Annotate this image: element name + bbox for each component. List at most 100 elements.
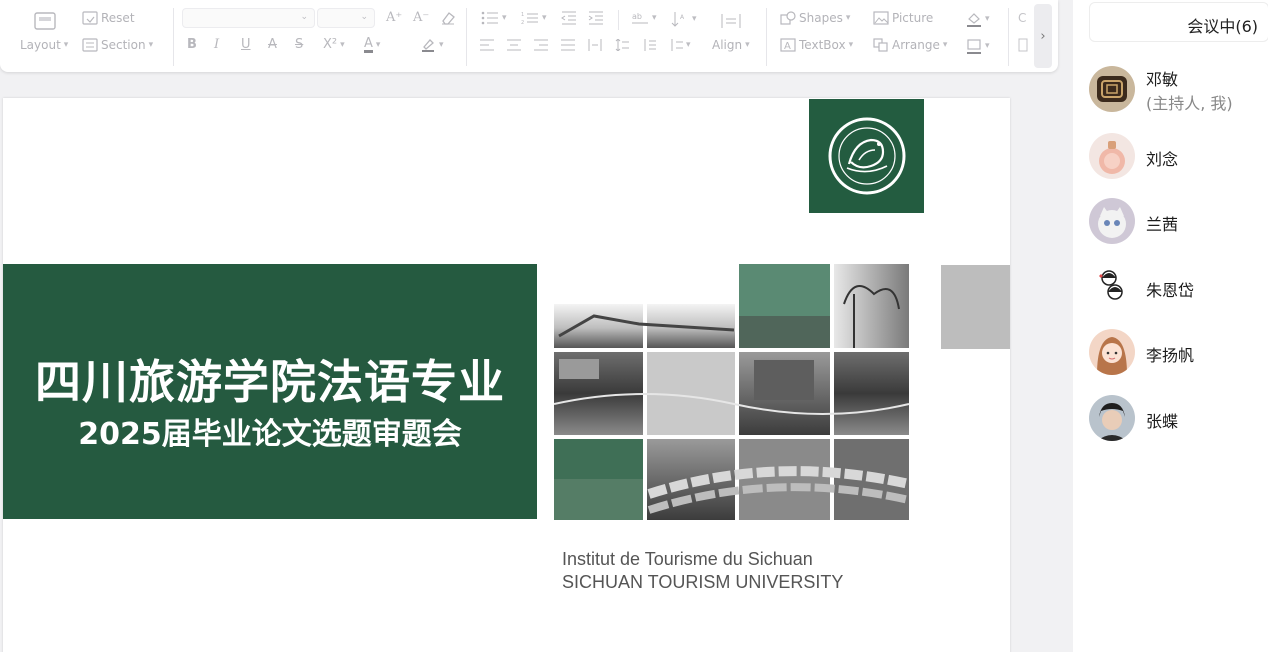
participant-item[interactable]: 刘念 bbox=[1089, 133, 1259, 183]
chevron-down-icon: ▾ bbox=[745, 40, 750, 50]
clear-format-icon[interactable] bbox=[440, 10, 456, 26]
toolbar-scroll-right-button[interactable]: › bbox=[1034, 4, 1052, 68]
shapes-label: Shapes bbox=[799, 11, 843, 25]
justify-icon[interactable] bbox=[561, 39, 575, 51]
participants-panel: 会议中(6) 邓敏 (主持人, 我) 刘念 兰茜 朱恩岱 李扬帆 张蝶 bbox=[1073, 0, 1268, 652]
university-logo bbox=[809, 99, 924, 213]
campus-photo-collage bbox=[553, 264, 914, 524]
text-direction-button[interactable]: ab ▾ bbox=[631, 11, 657, 25]
participant-name: 邓敏 bbox=[1146, 70, 1179, 89]
align-label: Align bbox=[712, 38, 743, 52]
layout-label: Layout bbox=[20, 38, 61, 52]
svg-text:1: 1 bbox=[521, 12, 524, 18]
chevron-down-icon: ▾ bbox=[652, 13, 657, 23]
text-direction-icon: ab bbox=[632, 12, 648, 24]
textbox-button[interactable]: A TextBox ▾ bbox=[780, 38, 853, 52]
reset-label: Reset bbox=[101, 11, 135, 25]
chevron-down-icon: ▾ bbox=[340, 39, 345, 50]
font-size-select[interactable]: ⌄ bbox=[317, 8, 375, 28]
title-banner: 四川旅游学院法语专业 2025届毕业论文选题审题会 bbox=[3, 264, 537, 519]
participant-item[interactable]: 邓敏 (主持人, 我) bbox=[1089, 66, 1259, 116]
shapes-icon bbox=[780, 11, 796, 25]
highlight-button[interactable]: ▾ bbox=[420, 37, 444, 53]
align-right-icon[interactable] bbox=[534, 39, 548, 51]
textbox-icon: A bbox=[780, 38, 796, 52]
bold-button[interactable]: B bbox=[187, 37, 197, 52]
chevron-down-icon: ⌄ bbox=[360, 12, 368, 22]
italic-button[interactable]: I bbox=[214, 37, 219, 52]
more-tool-icon[interactable]: C bbox=[1018, 11, 1026, 25]
strikethrough-button[interactable]: A bbox=[268, 37, 277, 52]
increase-indent-icon[interactable] bbox=[588, 11, 604, 25]
chevron-down-icon: ▾ bbox=[375, 40, 381, 50]
font-family-select[interactable]: ⌄ bbox=[182, 8, 315, 28]
chevron-down-icon: ▾ bbox=[985, 14, 990, 24]
layout-button[interactable]: Layout ▾ bbox=[20, 38, 68, 52]
underline-button[interactable]: U bbox=[241, 37, 251, 52]
participant-item[interactable]: 兰茜 bbox=[1089, 198, 1259, 248]
participant-name: 朱恩岱 bbox=[1146, 281, 1195, 300]
svg-text:A: A bbox=[784, 41, 791, 52]
superscript-button[interactable]: X² ▾ bbox=[323, 37, 345, 52]
reset-icon bbox=[82, 11, 98, 25]
meeting-status-header[interactable]: 会议中(6) bbox=[1089, 2, 1268, 42]
double-strikethrough-button[interactable]: S bbox=[295, 37, 303, 52]
picture-label: Picture bbox=[892, 11, 934, 25]
toolbar-divider bbox=[618, 10, 619, 30]
avatar bbox=[1089, 198, 1135, 244]
chevron-down-icon: ▾ bbox=[845, 13, 851, 23]
new-slide-icon[interactable] bbox=[34, 12, 56, 30]
sort-button[interactable]: A ▾ bbox=[671, 11, 697, 27]
numbered-list-button[interactable]: 1 2 ▾ bbox=[521, 11, 547, 25]
arrange-button[interactable]: Arrange ▾ bbox=[873, 38, 947, 52]
reset-button[interactable]: Reset bbox=[82, 11, 135, 25]
decrease-indent-icon[interactable] bbox=[561, 11, 577, 25]
chevron-down-icon: ▾ bbox=[502, 13, 507, 23]
section-button[interactable]: Section ▾ bbox=[82, 38, 153, 52]
line-spacing-icon[interactable] bbox=[615, 39, 629, 51]
meeting-status-label: 会议中(6) bbox=[1187, 17, 1258, 36]
section-label: Section bbox=[101, 38, 146, 52]
participant-item[interactable]: 朱恩岱 bbox=[1089, 264, 1259, 314]
chevron-down-icon: ▾ bbox=[439, 40, 444, 50]
distribute-icon[interactable] bbox=[588, 39, 602, 51]
border-color-button[interactable]: ▾ bbox=[966, 38, 990, 54]
align-left-icon[interactable] bbox=[480, 39, 494, 51]
chevron-down-icon: ▾ bbox=[63, 40, 69, 50]
avatar bbox=[1089, 395, 1135, 441]
shapes-button[interactable]: Shapes ▾ bbox=[780, 11, 850, 25]
avatar bbox=[1089, 329, 1135, 375]
chevron-right-icon: › bbox=[1040, 28, 1046, 44]
toolbar-divider bbox=[173, 8, 174, 66]
font-grow-button[interactable]: A⁺ bbox=[386, 10, 402, 25]
align-icon[interactable] bbox=[720, 12, 742, 30]
align-button[interactable]: Align ▾ bbox=[712, 38, 750, 52]
university-emblem-icon bbox=[828, 117, 905, 195]
bullet-list-icon bbox=[481, 11, 498, 25]
line-height-button[interactable]: ▾ bbox=[669, 39, 691, 51]
font-shrink-button[interactable]: A⁻ bbox=[413, 10, 429, 25]
slide-canvas[interactable]: 四川旅游学院法语专业 2025届毕业论文选题审题会 Institut de To… bbox=[3, 98, 1010, 652]
paragraph-spacing-icon[interactable] bbox=[642, 39, 656, 51]
fill-color-button[interactable]: ▾ bbox=[966, 11, 990, 27]
paint-bucket-icon bbox=[967, 13, 981, 27]
more-tool-2-icon[interactable] bbox=[1018, 38, 1028, 52]
avatar bbox=[1089, 264, 1135, 310]
font-color-button[interactable]: A ▾ bbox=[364, 37, 380, 53]
align-center-icon[interactable] bbox=[507, 39, 521, 51]
sort-icon: A bbox=[671, 12, 685, 27]
participant-item[interactable]: 李扬帆 bbox=[1089, 329, 1259, 379]
bullet-list-button[interactable]: ▾ bbox=[481, 11, 507, 25]
participant-name: 张蝶 bbox=[1146, 412, 1179, 431]
participant-item[interactable]: 张蝶 bbox=[1089, 395, 1259, 445]
chevron-down-icon: ▾ bbox=[985, 41, 990, 51]
arrange-icon bbox=[873, 38, 888, 52]
chevron-down-icon: ▾ bbox=[692, 14, 697, 24]
chevron-down-icon: ⌄ bbox=[300, 12, 308, 22]
border-icon bbox=[967, 39, 981, 54]
picture-button[interactable]: Picture bbox=[873, 11, 933, 25]
svg-text:A: A bbox=[680, 14, 685, 21]
slide-title: 四川旅游学院法语专业 bbox=[35, 355, 505, 409]
picture-icon bbox=[873, 11, 889, 25]
chevron-down-icon: ▾ bbox=[686, 40, 691, 50]
